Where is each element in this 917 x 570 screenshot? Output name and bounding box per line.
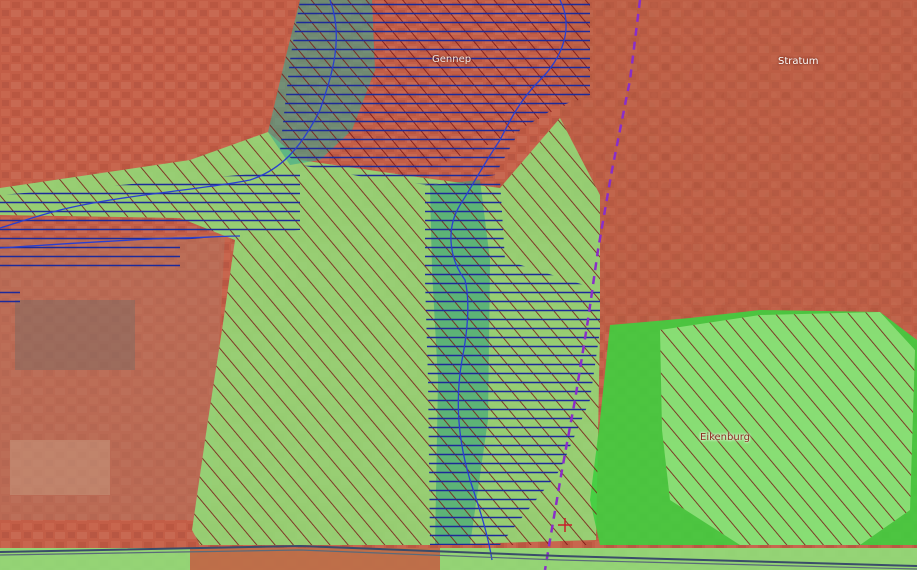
hatch-red-eikenburg[interactable] <box>660 312 915 545</box>
map-canvas[interactable] <box>0 0 917 570</box>
place-label-stratum: Stratum <box>778 56 819 67</box>
map-view[interactable]: Gennep Stratum Eikenburg <box>0 0 917 570</box>
industrial-building <box>15 300 135 370</box>
place-label-eikenburg: Eikenburg <box>700 432 750 443</box>
hatch-blue-small[interactable] <box>0 285 20 305</box>
industrial-lot <box>10 440 110 495</box>
place-label-gennep: Gennep <box>432 54 472 65</box>
